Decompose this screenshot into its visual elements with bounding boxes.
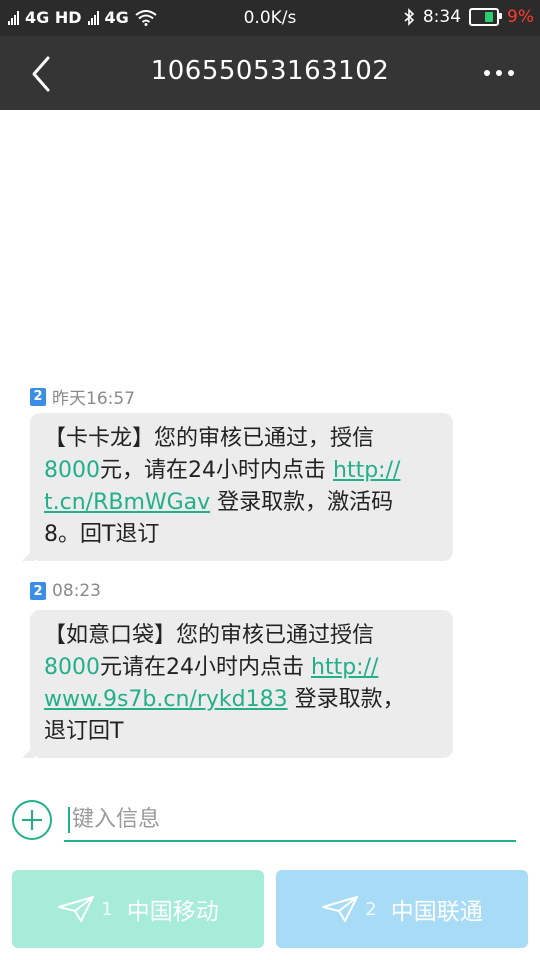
message-link[interactable]: http://	[333, 458, 400, 483]
message-link[interactable]: t.cn/RBmWGav	[44, 490, 210, 515]
message-meta: 2 08:23	[30, 581, 101, 601]
title-bar: 10655053163102	[0, 36, 540, 110]
carrier-label: 中国移动	[126, 899, 219, 925]
message-text: 元请在24小时内点击	[100, 655, 311, 680]
message-text: 登录取款，激活码	[210, 490, 394, 515]
message-bubble[interactable]: 【卡卡龙】您的审核已通过，授信 8000元，请在24小时内点击 http:// …	[22, 413, 453, 561]
bluetooth-icon	[404, 8, 414, 26]
more-dot	[508, 70, 514, 76]
sim-badge: 2	[30, 582, 46, 600]
amount-text: 8000	[44, 655, 100, 680]
message-text: 8。回T退订	[44, 522, 160, 547]
more-dot	[496, 70, 502, 76]
page-title: 10655053163102	[150, 56, 390, 86]
message-text: 元，请在24小时内点击	[100, 458, 333, 483]
message-text: 退订回T	[44, 719, 124, 744]
message-text: 【如意口袋】您的审核已通过授信	[44, 623, 375, 648]
battery-percent: 9%	[507, 7, 534, 27]
plus-circle-icon[interactable]	[12, 800, 52, 840]
sim-badge: 2	[30, 387, 46, 406]
message-link[interactable]: www.9s7b.cn/rykd183	[44, 687, 288, 712]
status-bar: 4G HD 4G 0.0K/s 8:34 9%	[0, 0, 540, 36]
more-dots-icon	[484, 70, 490, 76]
status-right: 8:34 9%	[403, 7, 534, 27]
message-time: 昨天16:57	[52, 389, 135, 409]
carrier-label: 中国联通	[390, 899, 483, 925]
message-meta: 2 昨天16:57	[30, 384, 135, 409]
message-text: 【卡卡龙】您的审核已通过，授信	[44, 426, 375, 451]
amount-text: 8000	[44, 458, 100, 483]
message-text: 登录取款，	[287, 687, 405, 712]
send-icon	[322, 896, 359, 922]
sim-number: 1	[101, 898, 113, 920]
clock: 8:34	[422, 7, 462, 27]
send-sim1-button[interactable]: 1 中国移动	[12, 870, 264, 948]
battery-icon	[469, 8, 503, 26]
send-sim2-button[interactable]: 2 中国联通	[276, 870, 528, 948]
sim-number: 2	[365, 898, 377, 920]
input-placeholder: 键入信息	[72, 807, 161, 832]
message-link[interactable]: http://	[311, 655, 378, 680]
more-button[interactable]	[484, 66, 514, 80]
text-caret	[68, 807, 70, 833]
message-bubble[interactable]: 【如意口袋】您的审核已通过授信 8000元请在24小时内点击 http:// w…	[22, 610, 453, 758]
send-icon	[58, 896, 95, 922]
message-time: 08:23	[52, 581, 101, 601]
message-input[interactable]: 键入信息	[64, 800, 516, 842]
